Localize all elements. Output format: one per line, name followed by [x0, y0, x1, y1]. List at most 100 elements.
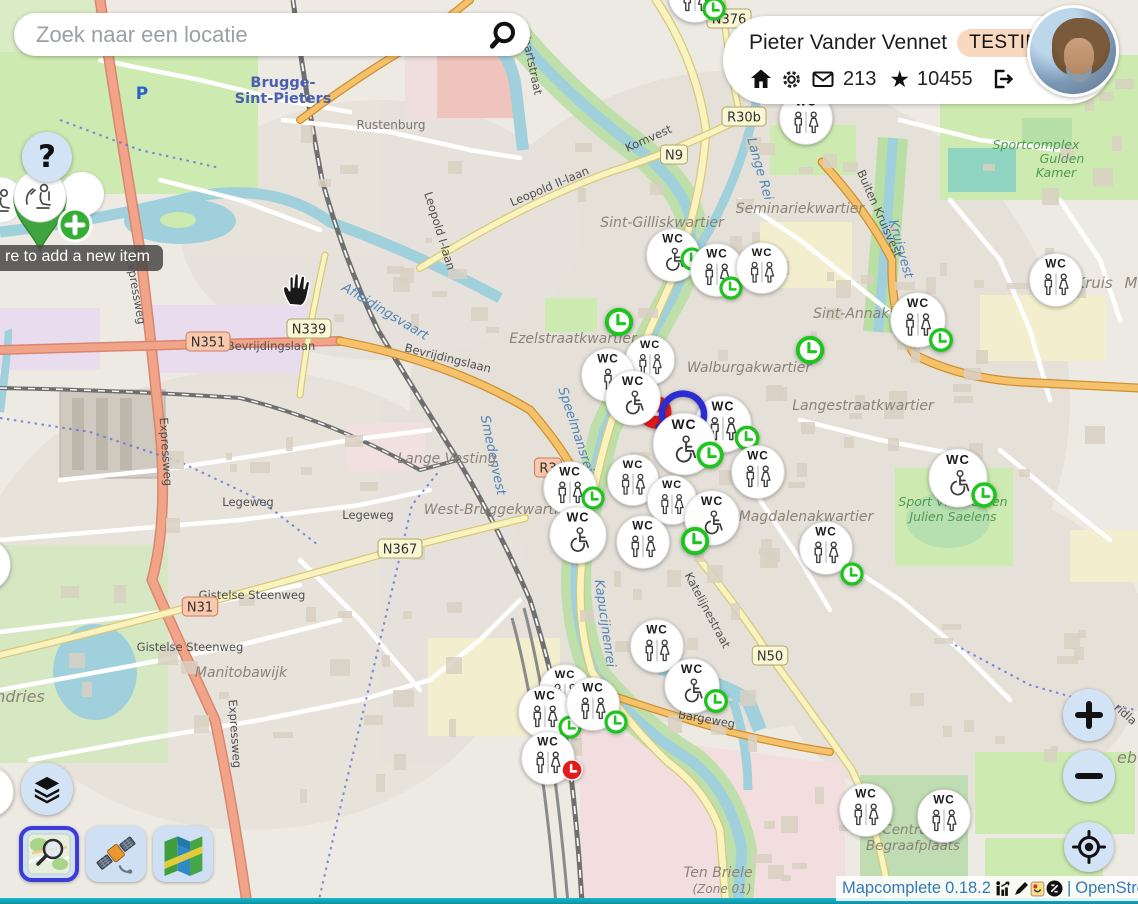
layers-button[interactable]	[21, 763, 73, 815]
svg-text:R30b: R30b	[727, 111, 761, 126]
map-label: Kamer	[1036, 165, 1077, 180]
geolocate-icon	[1072, 830, 1106, 864]
wc-marker-mf[interactable]: WC	[614, 513, 672, 576]
wc-marker-mf[interactable]: WC	[1027, 251, 1085, 314]
search-input[interactable]	[34, 21, 488, 49]
mapcomplete-link[interactable]: Mapcomplete	[842, 879, 941, 898]
background-picker	[19, 826, 213, 882]
svg-text:WC: WC	[855, 787, 876, 800]
wc-marker-sg[interactable]: WC	[0, 764, 16, 825]
svg-text:N367: N367	[383, 543, 418, 558]
search-icon[interactable]	[488, 20, 518, 50]
svg-text:WC: WC	[646, 623, 667, 636]
road-ref-badge: R30b	[722, 107, 766, 126]
folded-map-icon	[160, 832, 206, 876]
avatar[interactable]	[1027, 5, 1119, 97]
map-label: Rustenburg	[357, 118, 426, 132]
map-label: Gulden	[1040, 151, 1085, 166]
svg-text:WC: WC	[706, 247, 727, 260]
openstreetmap-link[interactable]: OpenStreetMap	[1075, 879, 1138, 898]
svg-text:WC: WC	[946, 452, 970, 467]
svg-text:N339: N339	[292, 323, 327, 338]
attribution-separator: |	[1067, 879, 1071, 898]
opening-hours-badge[interactable]	[795, 335, 825, 370]
map-label: Sportcomplex	[993, 137, 1080, 152]
svg-text:WC: WC	[662, 479, 682, 491]
background-option-satellite[interactable]	[86, 826, 146, 882]
svg-text:N9: N9	[665, 149, 683, 164]
gear-icon[interactable]	[780, 68, 803, 91]
background-option-osm[interactable]	[19, 826, 79, 882]
wc-marker-mf[interactable]: WC	[666, 0, 724, 30]
osm-map-icon	[27, 833, 71, 875]
wc-marker-mf[interactable]: WC	[837, 781, 895, 844]
map-label: Ten Briele	[683, 865, 752, 881]
mapcomplete-app: Brugge-Sint-PietersRustenburgPVaartstraa…	[0, 0, 1138, 904]
zoom-in-button[interactable]	[1063, 689, 1115, 741]
message-count: 213	[843, 68, 876, 91]
svg-text:WC: WC	[747, 449, 768, 462]
mail-icon[interactable]	[810, 67, 836, 91]
map-label: P	[136, 84, 148, 104]
road-ref-badge: N339	[287, 319, 331, 338]
satellite-icon	[93, 832, 139, 876]
wc-marker-wh[interactable]: WC	[547, 504, 609, 571]
map-label: eb	[1117, 748, 1137, 767]
svg-text:WC: WC	[933, 793, 954, 806]
geolocate-button[interactable]	[1064, 822, 1114, 872]
background-option-map[interactable]	[153, 826, 213, 882]
zoom-out-button[interactable]	[1063, 750, 1115, 802]
svg-text:WC: WC	[632, 519, 653, 532]
wc-marker-wh[interactable]: WC	[926, 446, 990, 515]
map-label: Langestraatkwartier	[792, 398, 935, 414]
wc-marker-mf[interactable]: WC	[0, 536, 13, 599]
pencil-icon[interactable]	[1013, 881, 1029, 897]
logout-icon[interactable]	[990, 67, 1015, 91]
search-bar[interactable]	[14, 13, 530, 56]
svg-text:WC: WC	[662, 232, 683, 245]
layers-icon	[32, 774, 62, 804]
svg-text:WC: WC	[752, 247, 773, 259]
svg-text:N50: N50	[757, 650, 783, 665]
svg-text:WC: WC	[582, 681, 603, 694]
map-label: Manitobawijk	[195, 665, 288, 681]
map-label: M	[1125, 274, 1138, 292]
map-label: Sint-Pieters	[235, 91, 332, 107]
road-ref-badge: N351	[186, 332, 230, 351]
map-label: Legeweg	[342, 508, 393, 522]
svg-text:WC: WC	[815, 525, 836, 538]
svg-text:WC: WC	[622, 374, 644, 388]
star-count: 10455	[917, 68, 973, 91]
wc-marker-wh[interactable]: WC	[662, 656, 722, 721]
wc-marker-mf[interactable]: WC	[734, 240, 790, 301]
road-ref-badge: N367	[378, 539, 422, 558]
map-label: ndries	[0, 687, 45, 706]
help-button[interactable]: ?	[22, 132, 72, 182]
svg-text:WC: WC	[1045, 257, 1066, 270]
hand-cursor-icon	[281, 272, 311, 311]
user-panel[interactable]: Pieter Vander Vennet TESTING 213 ★ 10455	[723, 16, 1113, 104]
home-icon[interactable]	[749, 67, 773, 91]
road-ref-badge: N9	[661, 145, 688, 164]
wc-marker-mf[interactable]: WC	[915, 787, 973, 850]
svg-text:N31: N31	[187, 601, 213, 616]
svg-text:WC: WC	[623, 459, 644, 471]
svg-text:N351: N351	[191, 336, 226, 351]
statistics-icon[interactable]	[995, 880, 1012, 897]
map-label: Brugge-	[250, 75, 315, 91]
map-label: (Zone 01)	[693, 882, 752, 896]
svg-text:WC: WC	[907, 296, 929, 310]
opening-hours-badge[interactable]	[680, 526, 710, 561]
osm-logo-badge-icon[interactable]	[1046, 880, 1063, 897]
svg-text:WC: WC	[559, 465, 580, 478]
map-label: Legeweg	[222, 495, 273, 509]
wc-marker-mf[interactable]: WC	[519, 729, 577, 792]
road-ref-badge: N50	[752, 646, 788, 665]
add-plus-icon[interactable]	[59, 209, 91, 241]
svg-text:WC: WC	[597, 352, 618, 365]
svg-text:WC: WC	[567, 510, 590, 524]
svg-text:WC: WC	[640, 339, 660, 351]
wc-marker-mf[interactable]: WC	[888, 290, 948, 355]
wc-marker-mf[interactable]: WC	[797, 519, 855, 582]
map-label: Seminariekwartier	[736, 201, 866, 217]
